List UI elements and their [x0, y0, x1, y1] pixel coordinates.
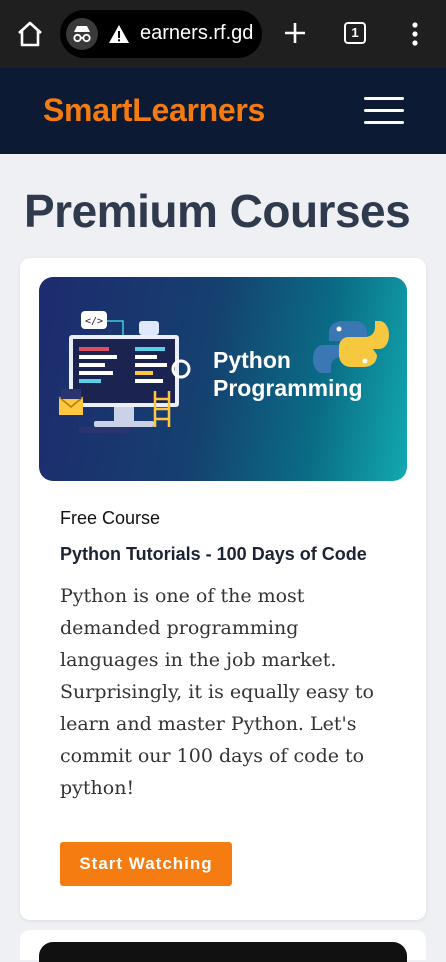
address-bar[interactable]: earners.rf.gd	[60, 10, 262, 58]
incognito-icon	[66, 18, 98, 50]
plus-icon[interactable]	[280, 18, 310, 48]
course-card: </> Python Programming Free Course Pytho…	[20, 258, 426, 920]
python-logo-icon	[313, 321, 389, 373]
thumbnail-title-line2: Programming	[213, 375, 363, 401]
svg-text:</>: </>	[85, 316, 103, 327]
course-thumbnail[interactable]: </> Python Programming	[39, 277, 407, 481]
course-type-label: Free Course	[60, 508, 161, 528]
url-text[interactable]: earners.rf.gd	[140, 22, 253, 45]
tab-count: 1	[351, 25, 359, 40]
course-description: Python is one of the most demanded progr…	[60, 585, 374, 799]
next-course-thumbnail[interactable]	[39, 942, 407, 962]
next-course-card	[20, 930, 426, 962]
page-title: Premium Courses	[24, 185, 411, 237]
tabs-icon[interactable]: 1	[344, 22, 366, 44]
browser-toolbar: earners.rf.gd 1	[0, 0, 446, 68]
site-header: SmartLearners	[0, 68, 446, 154]
course-title[interactable]: Python Tutorials - 100 Days of Code	[60, 544, 367, 565]
thumbnail-title-line1: Python	[213, 347, 291, 373]
hamburger-icon[interactable]	[364, 97, 404, 125]
more-vert-icon[interactable]	[406, 20, 424, 48]
home-icon[interactable]	[14, 18, 46, 50]
site-logo[interactable]: SmartLearners	[43, 92, 265, 129]
warning-icon[interactable]	[108, 23, 130, 45]
start-watching-button[interactable]: Start Watching	[60, 842, 232, 886]
